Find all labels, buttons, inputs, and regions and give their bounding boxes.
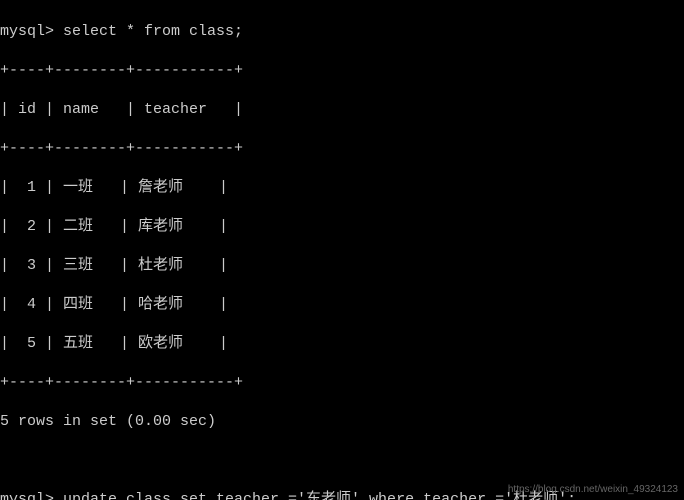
- table-header: | id | name | teacher |: [0, 100, 684, 120]
- sql-query: select * from class;: [63, 23, 243, 40]
- mysql-prompt: mysql>: [0, 23, 63, 40]
- table-row: | 2 | 二班 | 库老师 |: [0, 217, 684, 237]
- table-border: +----+--------+-----------+: [0, 373, 684, 393]
- table-row: | 5 | 五班 | 欧老师 |: [0, 334, 684, 354]
- blank-line: [0, 451, 684, 471]
- terminal-output: mysql> select * from class; +----+------…: [0, 0, 684, 500]
- watermark-text: https://blog.csdn.net/weixin_49324123: [508, 483, 678, 496]
- table-row: | 3 | 三班 | 杜老师 |: [0, 256, 684, 276]
- mysql-prompt: mysql>: [0, 491, 63, 500]
- table-border: +----+--------+-----------+: [0, 139, 684, 159]
- table-row: | 1 | 一班 | 詹老师 |: [0, 178, 684, 198]
- table-row: | 4 | 四班 | 哈老师 |: [0, 295, 684, 315]
- query-line[interactable]: mysql> select * from class;: [0, 22, 684, 42]
- sql-query: update class set teacher ='东老师' where te…: [63, 491, 576, 500]
- table-border: +----+--------+-----------+: [0, 61, 684, 81]
- result-summary: 5 rows in set (0.00 sec): [0, 412, 684, 432]
